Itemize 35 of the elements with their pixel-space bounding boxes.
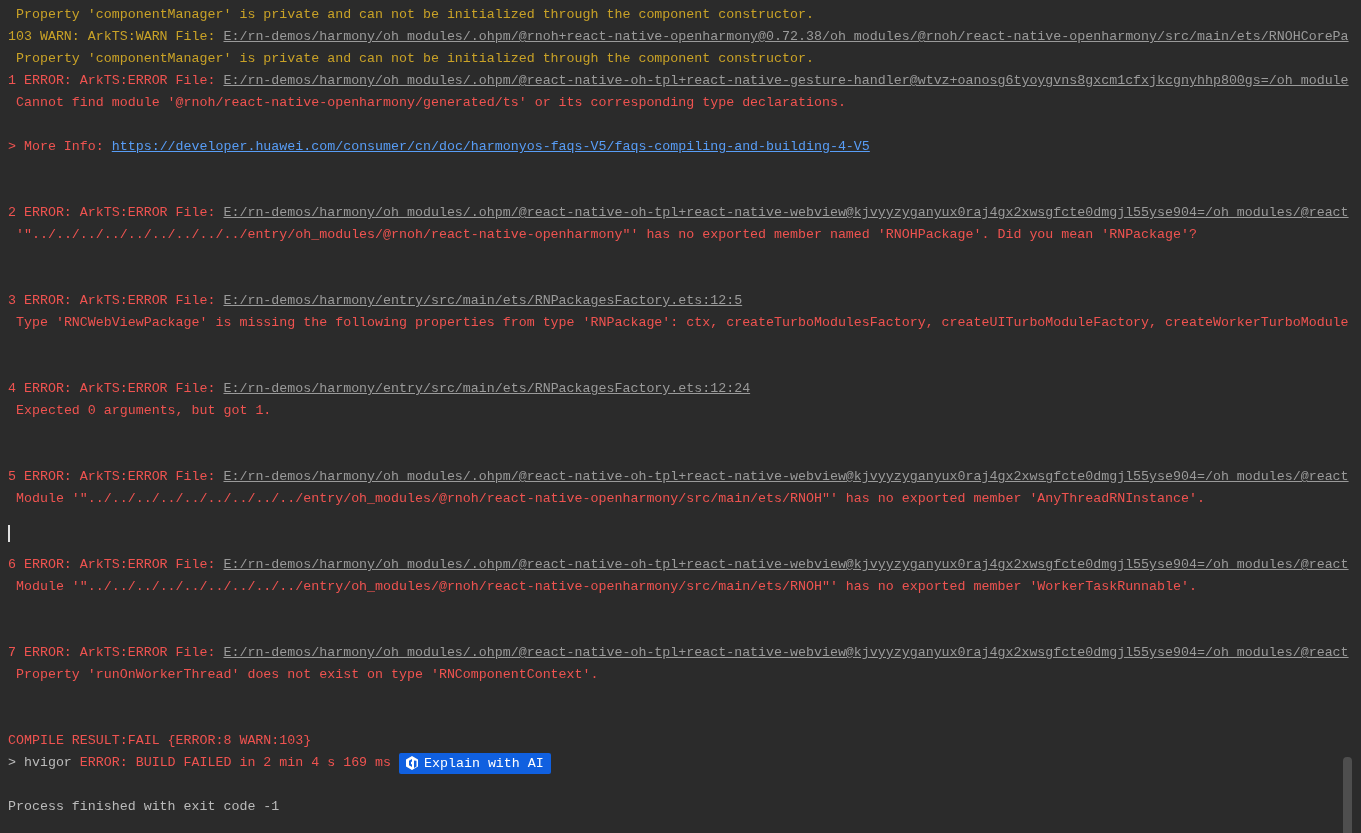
error-label: 4 ERROR: ArkTS:ERROR File: — [8, 380, 216, 398]
error-label: 3 ERROR: ArkTS:ERROR File: — [8, 292, 216, 310]
help-link[interactable]: https://developer.huawei.com/consumer/cn/doc/harmonyos-faqs-V5/faqs-compiling-and-building-4-V5 — [111, 136, 870, 158]
compile-result: COMPILE RESULT:FAIL {ERROR:8 WARN:103} — [8, 732, 312, 750]
error-message: Module '"../../../../../../../../../entry/oh_modules/@rnoh/react-native-openharmony/src/main/ets/RNOH"' has no exported member 'WorkerTaskRunnable'. — [16, 578, 1197, 596]
command-prompt: > hvigor — [8, 754, 72, 772]
file-link[interactable]: E:/rn-demos/harmony/oh_modules/.ohpm/@rnoh+react-native-openharmony@0.72.38/oh_modules/@rnoh/react-native-openharmony/src/main/ets/RNOHCorePa — [223, 26, 1349, 48]
error-message: '"../../../../../../../../../entry/oh_modules/@rnoh/react-native-openharmony"' has no exported member named 'RNOHPackage'. Did you mean 'RNPackage'? — [16, 226, 1197, 244]
file-link[interactable]: E:/rn-demos/harmony/oh_modules/.ohpm/@react-native-oh-tpl+react-native-webview@kjvyyzyganyux0raj4gx2xwsgfcte0dmgjl55yse904=/oh_modules/@react — [223, 466, 1349, 488]
error-label: 5 ERROR: ArkTS:ERROR File: — [8, 468, 216, 486]
warning-label: 103 WARN: ArkTS:WARN File: — [8, 28, 216, 46]
file-link[interactable]: E:/rn-demos/harmony/entry/src/main/ets/RNPackagesFactory.ets:12:24 — [223, 378, 751, 400]
error-label: 7 ERROR: ArkTS:ERROR File: — [8, 644, 216, 662]
warning-message: Property 'componentManager' is private and can not be initialized through the component constructor. — [16, 50, 814, 68]
error-label: 6 ERROR: ArkTS:ERROR File: — [8, 556, 216, 574]
build-error: ERROR: BUILD FAILED in 2 min 4 s 169 ms — [79, 754, 392, 772]
file-link[interactable]: E:/rn-demos/harmony/oh_modules/.ohpm/@react-native-oh-tpl+react-native-webview@kjvyyzyganyux0raj4gx2xwsgfcte0dmgjl55yse904=/oh_modules/@react — [223, 642, 1349, 664]
error-message: Cannot find module '@rnoh/react-native-openharmony/generated/ts' or its corresponding type declarations. — [16, 94, 846, 112]
warning-message: Property 'componentManager' is private and can not be initialized through the component constructor. — [16, 6, 814, 24]
file-link[interactable]: E:/rn-demos/harmony/oh_modules/.ohpm/@react-native-oh-tpl+react-native-webview@kjvyyzyganyux0raj4gx2xwsgfcte0dmgjl55yse904=/oh_modules/@react — [223, 554, 1349, 576]
text-cursor — [8, 524, 10, 542]
error-label: 1 ERROR: ArkTS:ERROR File: — [8, 72, 216, 90]
error-message: Type 'RNCWebViewPackage' is missing the following properties from type 'RNPackage': ctx, createTurboModulesFactory, createUITurboModuleFactory, createWorkerTurboModule — [16, 314, 1349, 332]
file-link[interactable]: E:/rn-demos/harmony/entry/src/main/ets/RNPackagesFactory.ets:12:5 — [223, 290, 743, 312]
file-link[interactable]: E:/rn-demos/harmony/oh_modules/.ohpm/@react-native-oh-tpl+react-native-gesture-handler@wtvz+oanosg6tyoygvns8gxcm1cfxjkcgnyhhp800gs=/oh_module — [223, 70, 1349, 92]
error-label: 2 ERROR: ArkTS:ERROR File: — [8, 204, 216, 222]
error-message: Expected 0 arguments, but got 1. — [16, 402, 272, 420]
file-link[interactable]: E:/rn-demos/harmony/oh_modules/.ohpm/@react-native-oh-tpl+react-native-webview@kjvyyzyganyux0raj4gx2xwsgfcte0dmgjl55yse904=/oh_modules/@react — [223, 202, 1349, 224]
scrollbar-thumb[interactable] — [1343, 757, 1352, 833]
process-exit-message: Process finished with exit code -1 — [8, 798, 280, 816]
ai-logo-icon — [404, 755, 421, 771]
explain-button[interactable]: Explain with AI — [399, 752, 551, 774]
error-message: Module '"../../../../../../../../../entry/oh_modules/@rnoh/react-native-openharmony/src/main/ets/RNOH"' has no exported member 'AnyThreadRNInstance'. — [16, 490, 1205, 508]
info-label: > More Info: — [8, 138, 104, 156]
error-message: Property 'runOnWorkerThread' does not exist on type 'RNComponentContext'. — [16, 666, 599, 684]
